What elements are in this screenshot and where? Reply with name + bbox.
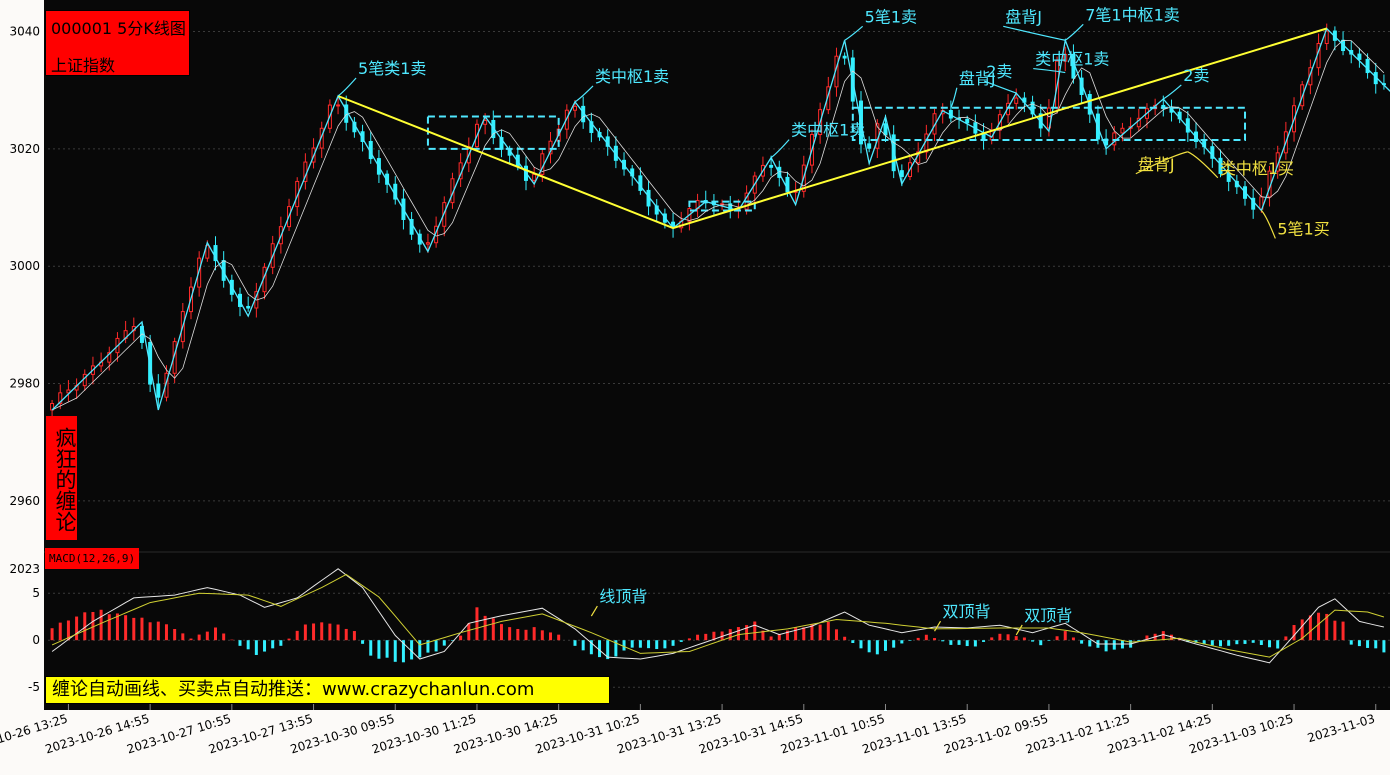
annotation-label: 2卖 <box>1183 66 1209 85</box>
annotation-label: 类中枢1卖 <box>791 121 865 140</box>
candle-body <box>1120 127 1125 134</box>
macd-tick-label: 5 <box>32 586 40 600</box>
candle-body <box>883 123 888 136</box>
macd-annotation-label: 双顶背 <box>943 602 991 621</box>
chart-code-title: 000001 5分K线图 <box>51 19 186 38</box>
y-axis-labels: 2960 2980 3000 3020 3040 -5 0 5 2023 <box>9 24 40 694</box>
macd-annotation-label: 线顶背 <box>599 587 647 606</box>
annotation-label: 盘背J <box>1138 155 1175 174</box>
candle-body <box>899 170 904 178</box>
brand-vertical-label: 疯狂的缠论 <box>46 416 77 540</box>
candle-body <box>156 383 161 398</box>
macd-tick-label: 0 <box>32 633 40 647</box>
annotation-label: 类中枢1卖 <box>1035 50 1109 69</box>
macd-annotation-label: 双顶背 <box>1024 606 1072 625</box>
candle-body <box>867 143 872 149</box>
candle-body <box>842 55 847 59</box>
candle-body <box>769 164 774 168</box>
candle-body <box>573 105 578 111</box>
macd-top-label: 2023 <box>9 562 40 576</box>
candle-body <box>336 104 341 107</box>
annotation-label: 7笔1中枢1卖 <box>1085 5 1180 24</box>
macd-indicator-label: MACD(12,26,9) <box>45 548 140 569</box>
annotation-label: 类中枢1买 <box>1220 159 1294 178</box>
price-tick-label: 2980 <box>9 377 40 391</box>
annotation-label: 2卖 <box>986 62 1012 81</box>
annotation-label: 5笔类1卖 <box>358 59 426 78</box>
x-axis-labels: 2023-10-26 13:252023-10-26 14:552023-10-… <box>0 711 1377 756</box>
annotation-label: 5笔1买 <box>1277 219 1329 238</box>
annotation-label: 5笔1卖 <box>865 7 917 26</box>
macd-tick-label: -5 <box>28 680 40 694</box>
promo-banner[interactable]: 缠论自动画线、买卖点自动推送：www.crazychanlun.com <box>45 676 610 704</box>
annotation-label: 类中枢1卖 <box>595 67 669 86</box>
candle-body <box>1357 53 1362 60</box>
price-tick-label: 2960 <box>9 494 40 508</box>
x-tick-label: 2023-11-03 <box>1306 711 1377 745</box>
chart-area-background <box>44 0 1390 710</box>
candle-body <box>246 305 251 309</box>
symbol-title-box: 000001 5分K线图 上证指数 <box>45 10 190 76</box>
candle-body <box>1014 97 1019 104</box>
index-name: 上证指数 <box>51 56 116 75</box>
price-tick-label: 3000 <box>9 259 40 273</box>
candle-body <box>965 118 970 124</box>
candle-body <box>532 173 537 181</box>
price-tick-label: 3040 <box>9 24 40 38</box>
candle-body <box>425 242 430 245</box>
candle-body <box>483 119 488 125</box>
price-tick-label: 3020 <box>9 142 40 156</box>
annotation-label: 盘背J <box>1005 7 1042 26</box>
kline-macd-chart: 5笔类1卖 类中枢1卖类中枢1卖5笔1卖盘背J2卖盘背J 7笔1中枢1卖类中枢1卖2… <box>0 0 1390 756</box>
